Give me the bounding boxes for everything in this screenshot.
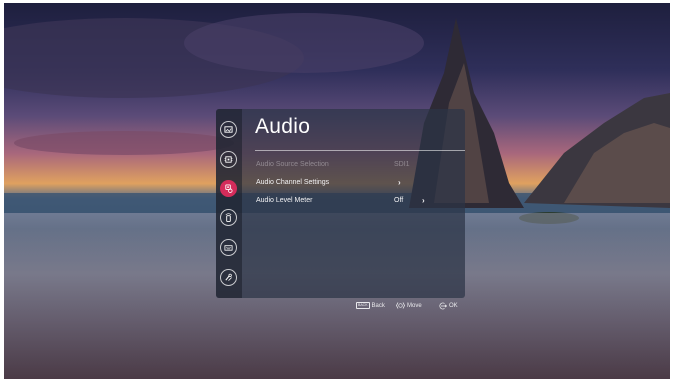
category-rail xyxy=(216,109,242,298)
menu-item-label: Audio Level Meter xyxy=(256,197,313,204)
navigation-arrows-icon xyxy=(396,302,405,309)
picture-icon[interactable] xyxy=(220,121,237,138)
title-divider xyxy=(255,150,465,151)
remote-icon[interactable] xyxy=(220,209,237,226)
tv-screen: Audio Audio Source Selection SDI1 Audio … xyxy=(4,3,670,379)
ok-hint[interactable]: OK xyxy=(438,302,458,310)
move-label: Move xyxy=(407,302,422,309)
ok-label: OK xyxy=(449,303,458,309)
back-key-icon: BACK xyxy=(356,302,370,309)
menu-item-audio-source-selection: Audio Source Selection SDI1 xyxy=(256,161,466,174)
back-hint[interactable]: BACK Back xyxy=(356,302,385,309)
chevron-right-icon: › xyxy=(422,196,425,205)
menu-item-value: SDI1 xyxy=(394,161,410,168)
menu-title: Audio xyxy=(255,115,311,138)
audio-settings-icon[interactable] xyxy=(220,180,237,197)
back-label: Back xyxy=(371,302,385,309)
processor-icon[interactable] xyxy=(220,151,237,168)
menu-item-audio-channel-settings[interactable]: Audio Channel Settings › xyxy=(256,178,466,192)
tools-icon[interactable] xyxy=(220,269,237,286)
ok-enter-icon xyxy=(439,302,447,310)
chevron-right-icon: › xyxy=(398,178,401,187)
menu-item-audio-level-meter[interactable]: Audio Level Meter Off › xyxy=(256,196,466,210)
menu-item-label: Audio Channel Settings xyxy=(256,179,330,186)
audio-menu-panel: Audio Audio Source Selection SDI1 Audio … xyxy=(216,109,465,298)
keyboard-icon[interactable] xyxy=(220,239,237,256)
menu-item-label: Audio Source Selection xyxy=(256,161,329,168)
menu-item-value: Off xyxy=(394,197,404,204)
move-hint: Move xyxy=(396,302,422,309)
